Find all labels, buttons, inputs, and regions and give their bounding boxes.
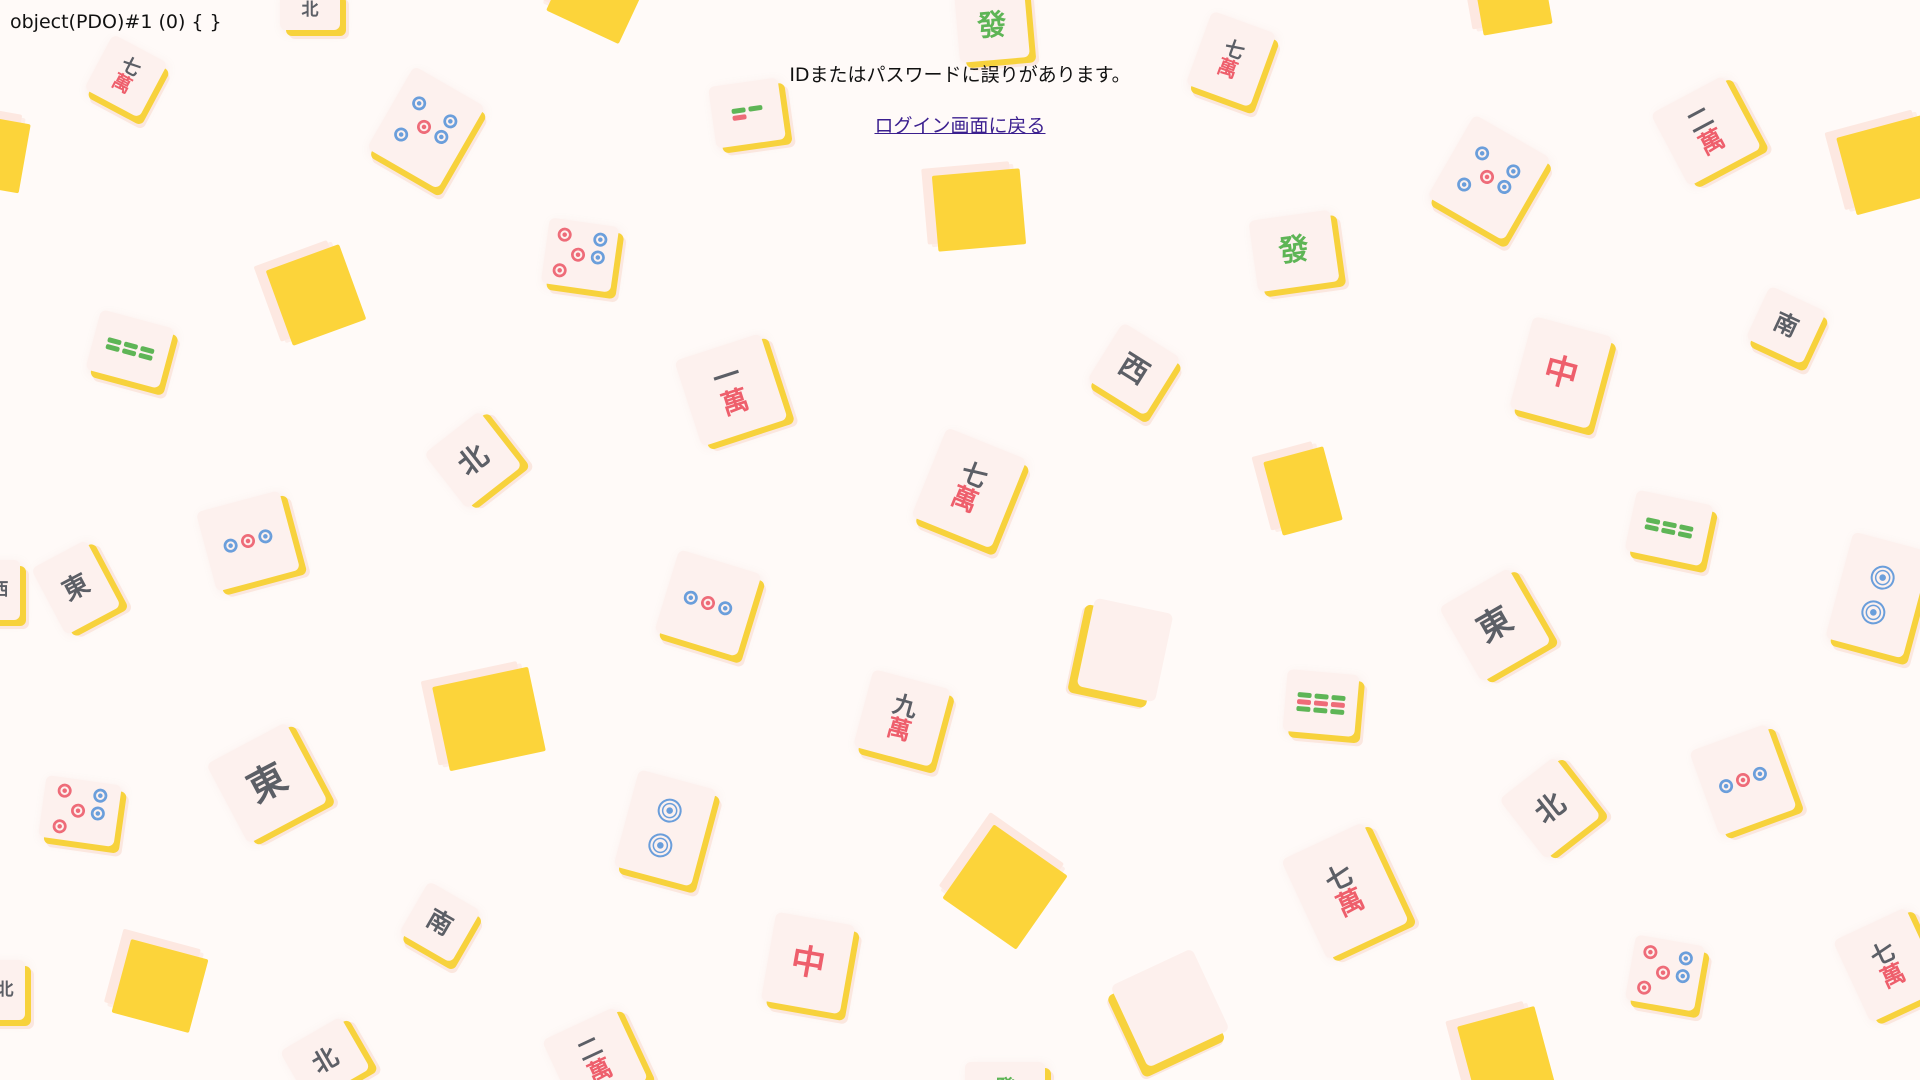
back-to-login-link[interactable]: ログイン画面に戻る <box>874 115 1045 137</box>
back-link-container: ログイン画面に戻る <box>0 111 1920 138</box>
error-page: object(PDO)#1 (0) { } IDまたはパスワードに誤りがあります… <box>0 0 1920 1080</box>
login-error-message: IDまたはパスワードに誤りがあります。 <box>789 64 1131 86</box>
debug-dump-text: object(PDO)#1 (0) { } <box>10 11 222 33</box>
